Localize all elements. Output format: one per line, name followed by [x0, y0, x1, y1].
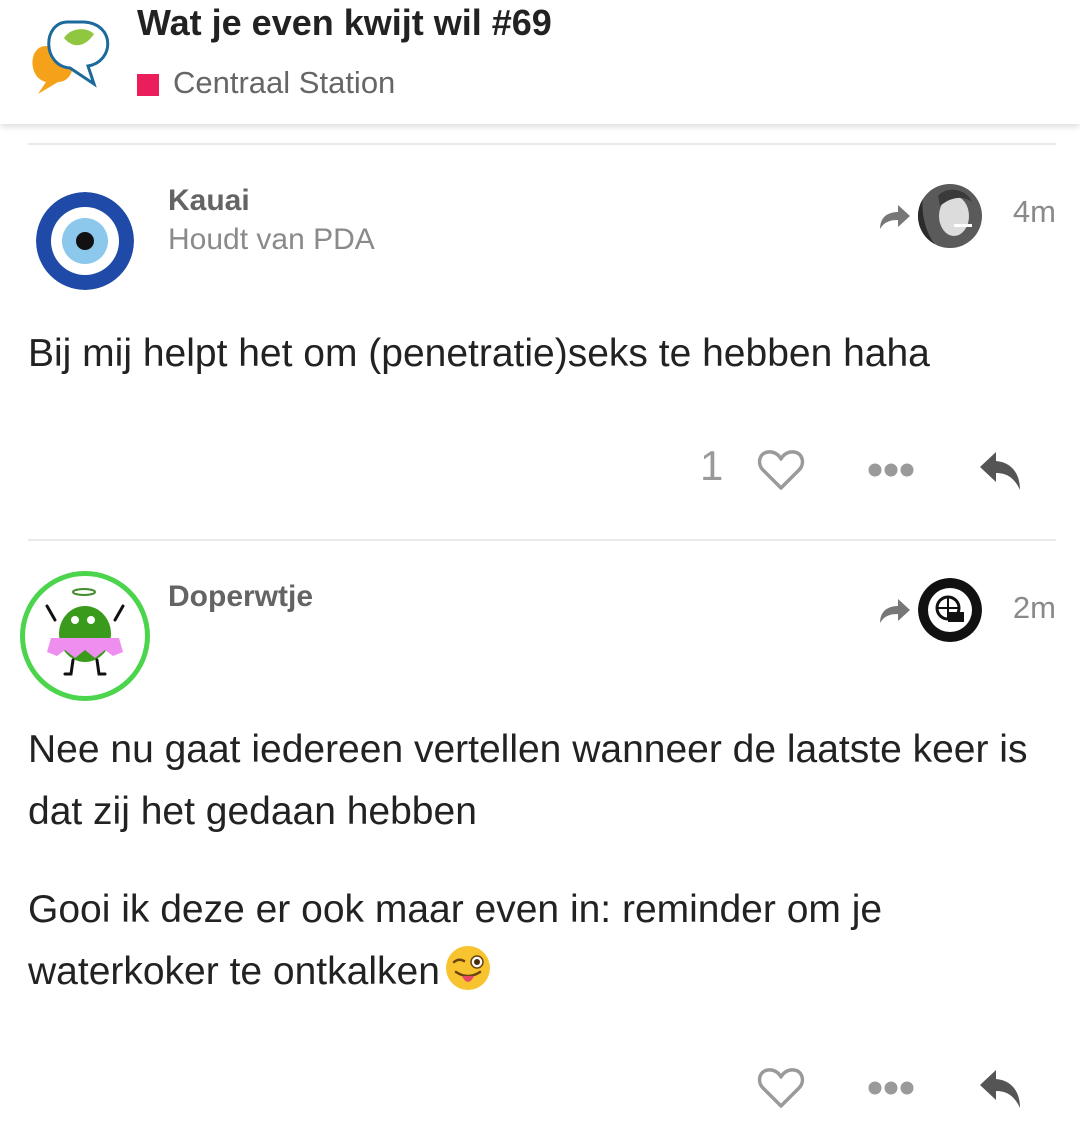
- reply-icon[interactable]: [978, 1068, 1024, 1110]
- post-username[interactable]: Doperwtje: [168, 580, 313, 614]
- post-paragraph: Nee nu gaat iedereen vertellen wanneer d…: [28, 728, 1028, 833]
- more-dots-icon[interactable]: [868, 1080, 914, 1096]
- topic-title[interactable]: Wat je even kwijt wil #69: [137, 2, 552, 44]
- post: Doperwtje 2m Nee nu gaat iedereen vertel…: [0, 546, 1080, 1143]
- post-actions: [0, 1060, 1080, 1120]
- avatar[interactable]: [20, 571, 150, 701]
- category-name[interactable]: Centraal Station: [173, 65, 395, 101]
- reply-arrow-icon: [880, 599, 910, 623]
- post-divider: [28, 539, 1056, 541]
- post-user-title: Houdt van PDA: [168, 223, 375, 256]
- post-timestamp[interactable]: 2m: [1013, 590, 1056, 626]
- winking-face-with-tongue-emoji: [445, 946, 490, 990]
- like-count[interactable]: 1: [700, 442, 723, 490]
- post-body: Nee nu gaat iedereen vertellen wanneer d…: [28, 719, 1058, 1003]
- post: Kauai Houdt van PDA 4m Bij mij helpt het…: [0, 150, 1080, 540]
- reply-to-user-avatar: [918, 578, 982, 642]
- post-timestamp[interactable]: 4m: [1013, 194, 1056, 230]
- reply-to-user-avatar: [918, 184, 982, 248]
- post-actions: 1: [0, 442, 1080, 502]
- more-dots-icon[interactable]: [868, 462, 914, 478]
- post-body: Bij mij helpt het om (penetratie)seks te…: [28, 323, 1058, 385]
- avatar[interactable]: [36, 192, 134, 290]
- category-color-badge: [137, 74, 159, 96]
- site-logo-icon[interactable]: [24, 12, 120, 96]
- post-divider: [28, 143, 1056, 145]
- reply-icon[interactable]: [978, 450, 1024, 492]
- post-username[interactable]: Kauai: [168, 184, 250, 218]
- topic-header: Wat je even kwijt wil #69 Centraal Stati…: [0, 0, 1080, 124]
- post-paragraph: Bij mij helpt het om (penetratie)seks te…: [28, 332, 930, 375]
- reply-arrow-icon: [880, 205, 910, 229]
- post-paragraph: Gooi ik deze er ook maar even in: remind…: [28, 879, 1058, 1003]
- heart-icon[interactable]: [757, 1066, 805, 1110]
- evil-eye-avatar-icon: [36, 192, 134, 290]
- reply-to-indicator[interactable]: [876, 578, 982, 642]
- pea-character-avatar-icon: [45, 588, 125, 676]
- heart-icon[interactable]: [757, 448, 805, 492]
- reply-to-indicator[interactable]: [876, 184, 982, 248]
